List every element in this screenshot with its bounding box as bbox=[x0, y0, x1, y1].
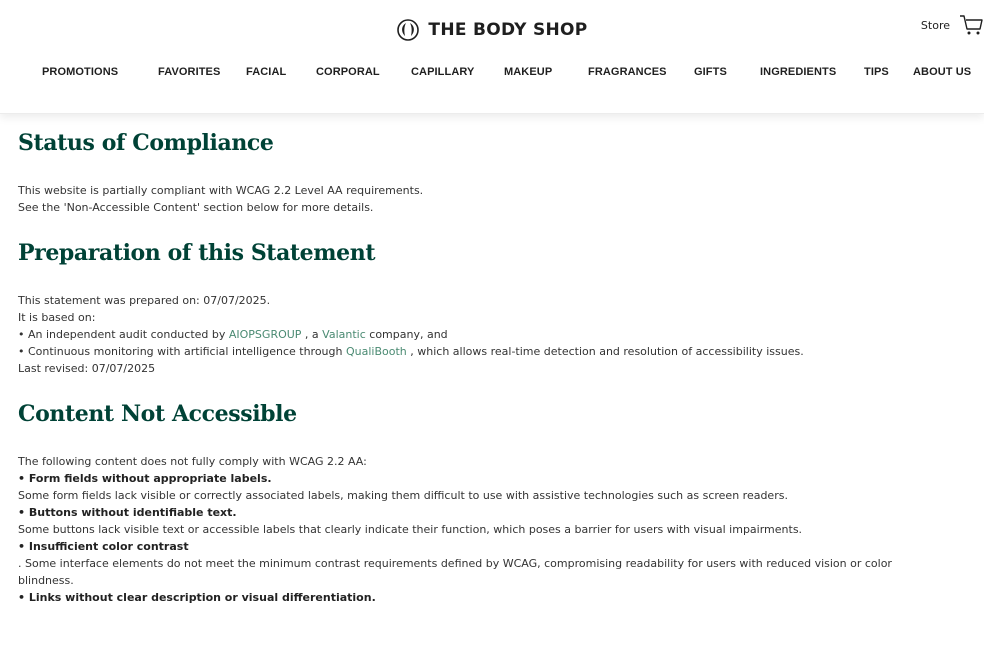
issue-title-contrast: • Insufficient color contrast bbox=[18, 540, 189, 553]
monitoring-text: • Continuous monitoring with artificial … bbox=[18, 345, 346, 358]
cart-icon[interactable] bbox=[958, 12, 984, 38]
nav-item-about-us[interactable]: ABOUT US bbox=[913, 66, 971, 78]
qualibooth-link[interactable]: QualiBooth bbox=[346, 345, 407, 358]
nav-item-makeup[interactable]: MAKEUP bbox=[504, 66, 552, 78]
nav-item-promotions[interactable]: PROMOTIONS bbox=[42, 66, 118, 78]
audit-line: • An independent audit conducted by AIOP… bbox=[18, 326, 968, 343]
not-accessible-heading: Content Not Accessible bbox=[18, 401, 297, 427]
last-revised: Last revised: 07/07/2025 bbox=[18, 362, 156, 375]
nav-item-ingredients[interactable]: INGREDIENTS bbox=[760, 66, 836, 78]
nav-item-corporal[interactable]: CORPORAL bbox=[316, 66, 380, 78]
prepared-date: This statement was prepared on: 07/07/20… bbox=[18, 294, 271, 307]
not-accessible-intro: The following content does not fully com… bbox=[18, 455, 367, 468]
monitoring-text-end: , which allows real-time detection and r… bbox=[406, 345, 804, 358]
nav-item-facial[interactable]: FACIAL bbox=[246, 66, 286, 78]
logo[interactable]: THE BODY SHOP bbox=[0, 18, 984, 42]
issue-title-form-fields: • Form fields without appropriate labels… bbox=[18, 472, 272, 485]
aiopsgroup-link[interactable]: AIOPSGROUP bbox=[229, 328, 302, 341]
monitoring-line: • Continuous monitoring with artificial … bbox=[18, 343, 968, 360]
preparation-heading: Preparation of this Statement bbox=[18, 240, 376, 266]
logo-text: THE BODY SHOP bbox=[428, 20, 588, 40]
compliance-section: Status of Compliance This website is par… bbox=[18, 128, 968, 216]
site-header: THE BODY SHOP Store PROMOTIONS FAVORITES… bbox=[0, 0, 984, 114]
issue-text-contrast-end: blindness. bbox=[18, 574, 74, 587]
compliance-line-2: See the 'Non-Accessible Content' section… bbox=[18, 201, 374, 214]
audit-text: • An independent audit conducted by bbox=[18, 328, 229, 341]
body-shop-logo-icon bbox=[397, 19, 420, 41]
nav-item-gifts[interactable]: GIFTS bbox=[694, 66, 727, 78]
valantic-link[interactable]: Valantic bbox=[322, 328, 366, 341]
compliance-line-1: This website is partially compliant with… bbox=[18, 184, 424, 197]
store-link[interactable]: Store bbox=[921, 19, 950, 32]
based-on-label: It is based on: bbox=[18, 311, 96, 324]
issue-title-links: • Links without clear description or vis… bbox=[18, 591, 376, 604]
issue-title-buttons: • Buttons without identifiable text. bbox=[18, 506, 237, 519]
issue-text-form-fields: Some form fields lack visible or correct… bbox=[18, 489, 788, 502]
audit-text-mid: , a bbox=[301, 328, 323, 341]
issue-text-contrast: . Some interface elements do not meet th… bbox=[18, 557, 892, 570]
nav-item-tips[interactable]: TIPS bbox=[864, 66, 889, 78]
nav-item-favorites[interactable]: FAVORITES bbox=[158, 66, 220, 78]
nav-item-fragrances[interactable]: FRAGRANCES bbox=[588, 66, 667, 78]
statement-content: Status of Compliance This website is par… bbox=[18, 128, 968, 606]
audit-text-end: company, and bbox=[365, 328, 448, 341]
store-area: Store bbox=[921, 12, 984, 38]
nav-item-capillary[interactable]: CAPILLARY bbox=[411, 66, 474, 78]
not-accessible-section: Content Not Accessible The following con… bbox=[18, 399, 968, 606]
preparation-section: Preparation of this Statement This state… bbox=[18, 238, 968, 377]
main-nav: PROMOTIONS FAVORITES FACIAL CORPORAL CAP… bbox=[0, 66, 984, 82]
compliance-heading: Status of Compliance bbox=[18, 130, 274, 156]
issue-text-buttons: Some buttons lack visible text or access… bbox=[18, 523, 803, 536]
